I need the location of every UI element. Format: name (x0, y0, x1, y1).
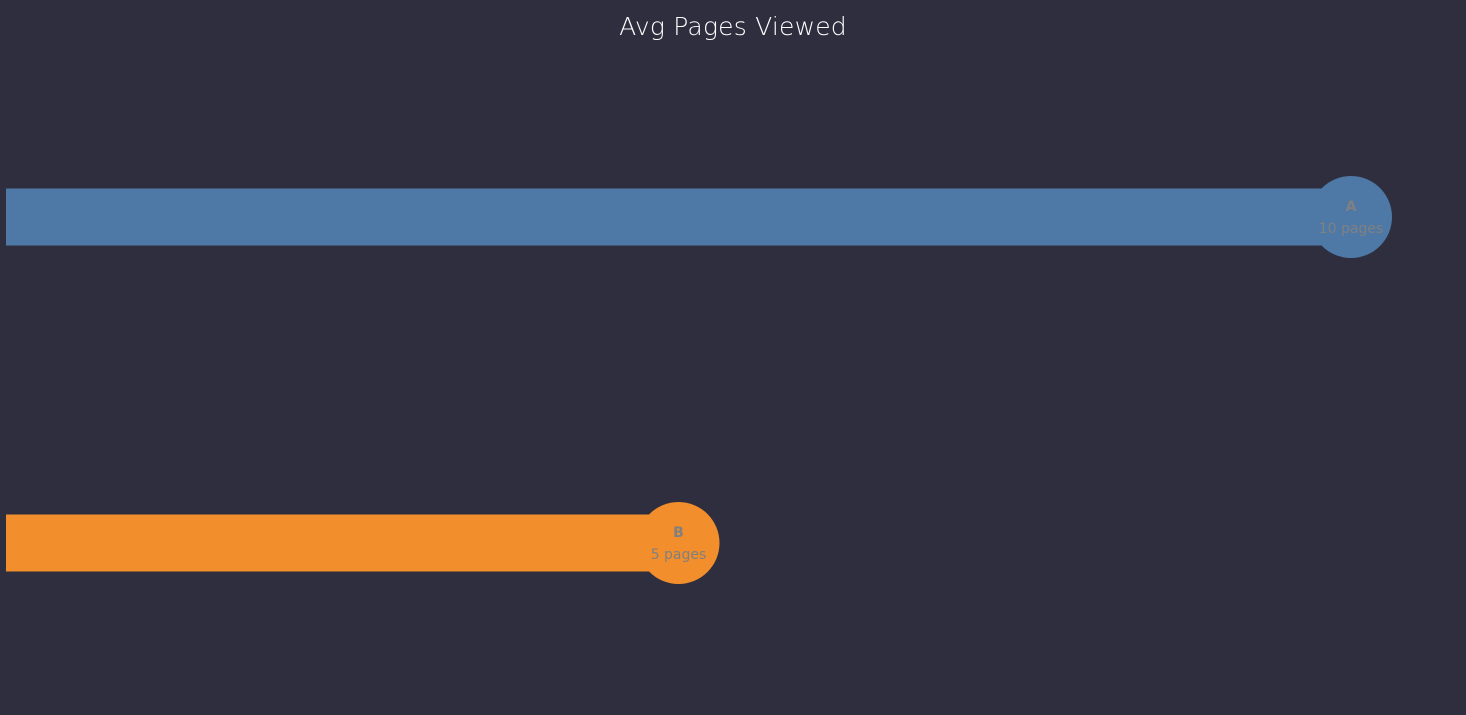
value-label-a: 10 pages (1319, 221, 1384, 237)
bar-a (6, 188, 1351, 246)
category-label-b: B (673, 525, 684, 541)
bar-cap-b (637, 502, 720, 584)
bar-chart: A 10 pages B 5 pages (6, 176, 1392, 584)
category-label-a: A (1346, 199, 1357, 215)
bar-cap-a (1310, 176, 1392, 258)
value-label-b: 5 pages (651, 547, 707, 563)
bar-b (6, 514, 679, 572)
